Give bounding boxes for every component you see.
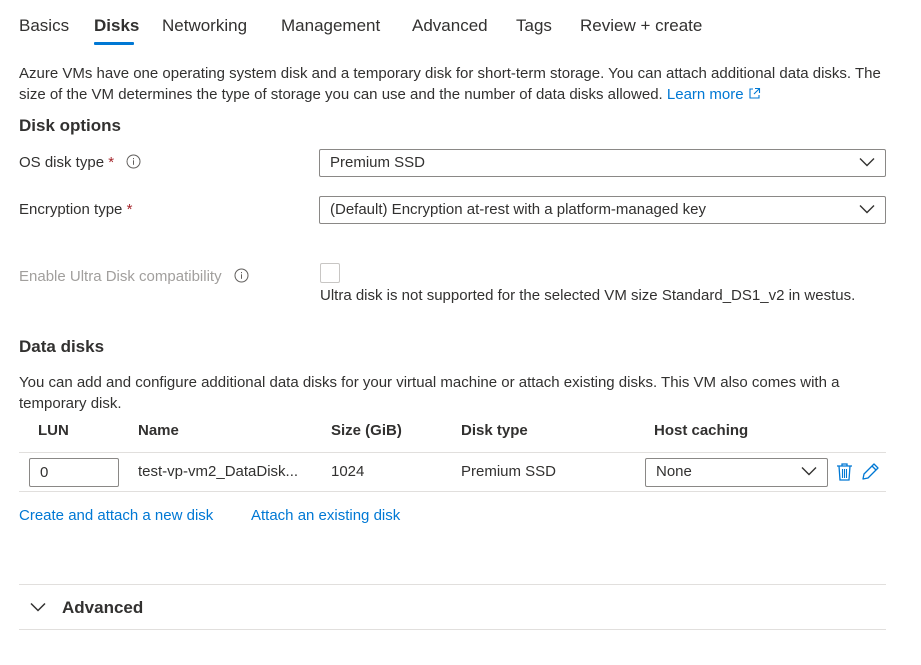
edit-icon[interactable] bbox=[860, 461, 880, 482]
tab-disks[interactable]: Disks bbox=[94, 16, 139, 36]
chevron-down-icon bbox=[801, 467, 817, 476]
data-disks-title: Data disks bbox=[19, 337, 105, 356]
column-header-name: Name bbox=[138, 422, 179, 439]
attach-existing-disk-link[interactable]: Attach an existing disk bbox=[251, 507, 400, 524]
tab-review-create[interactable]: Review + create bbox=[580, 16, 702, 36]
learn-more-link[interactable]: Learn more bbox=[667, 86, 761, 103]
disk-options-title: Disk options bbox=[19, 116, 122, 135]
host-caching-value: None bbox=[656, 463, 692, 480]
os-disk-type-select[interactable]: Premium SSD bbox=[319, 149, 886, 177]
advanced-section-label: Advanced bbox=[62, 598, 144, 617]
tab-tags[interactable]: Tags bbox=[516, 16, 552, 36]
lun-input[interactable]: 0 bbox=[29, 458, 119, 487]
os-disk-type-value: Premium SSD bbox=[330, 154, 426, 171]
host-caching-select[interactable]: None bbox=[645, 458, 828, 487]
disk-type: Premium SSD bbox=[461, 463, 557, 480]
create-attach-new-disk-link[interactable]: Create and attach a new disk bbox=[19, 507, 213, 524]
encryption-type-label: Encryption type * bbox=[19, 201, 133, 218]
column-header-disk-type: Disk type bbox=[461, 422, 528, 439]
intro-description: Azure VMs have one operating system disk… bbox=[19, 63, 899, 105]
divider bbox=[19, 584, 886, 585]
tab-networking[interactable]: Networking bbox=[162, 16, 247, 36]
ultra-disk-label: Enable Ultra Disk compatibility bbox=[19, 268, 249, 285]
encryption-type-value: (Default) Encryption at-rest with a plat… bbox=[330, 201, 706, 218]
tab-basics[interactable]: Basics bbox=[19, 16, 69, 36]
info-icon[interactable] bbox=[234, 268, 249, 283]
chevron-down-icon bbox=[859, 205, 875, 214]
tab-advanced[interactable]: Advanced bbox=[412, 16, 488, 36]
required-asterisk: * bbox=[108, 154, 115, 171]
delete-icon[interactable] bbox=[836, 462, 853, 482]
column-header-lun: LUN bbox=[38, 422, 69, 439]
divider bbox=[19, 491, 886, 492]
disk-name: test-vp-vm2_DataDisk... bbox=[138, 463, 299, 480]
encryption-type-select[interactable]: (Default) Encryption at-rest with a plat… bbox=[319, 196, 886, 224]
ultra-disk-checkbox[interactable] bbox=[320, 263, 340, 283]
chevron-down-icon bbox=[859, 158, 875, 167]
info-icon[interactable] bbox=[126, 154, 141, 169]
divider bbox=[19, 452, 886, 453]
os-disk-type-label: OS disk type * bbox=[19, 154, 141, 171]
column-header-size: Size (GiB) bbox=[331, 422, 402, 439]
tab-management[interactable]: Management bbox=[281, 16, 380, 36]
data-disks-description: You can add and configure additional dat… bbox=[19, 374, 840, 412]
chevron-down-icon bbox=[30, 602, 46, 612]
divider bbox=[19, 629, 886, 630]
active-tab-indicator bbox=[94, 42, 134, 45]
column-header-host-caching: Host caching bbox=[654, 422, 749, 439]
external-link-icon bbox=[749, 87, 760, 99]
disk-size: 1024 bbox=[331, 463, 365, 480]
ultra-disk-note: Ultra disk is not supported for the sele… bbox=[320, 287, 856, 304]
required-asterisk: * bbox=[126, 201, 133, 218]
